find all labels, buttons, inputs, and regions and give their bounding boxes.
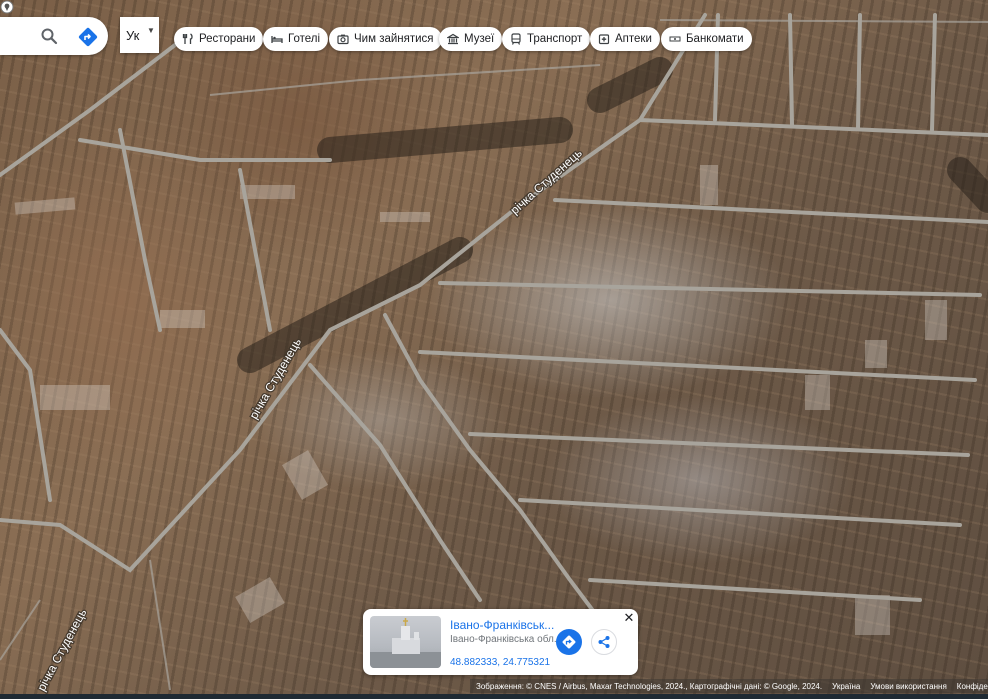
chip-label: Ресторани: [199, 33, 256, 45]
atm-icon: [669, 36, 681, 42]
search-box[interactable]: [0, 17, 108, 55]
museum-icon: [447, 33, 459, 45]
roads: [0, 13, 988, 622]
hotel-icon: [271, 36, 283, 43]
transit-icon: [511, 33, 521, 45]
language-value: Ук: [126, 28, 140, 43]
chip-transit[interactable]: Транспорт: [502, 27, 591, 51]
church-photo-icon: [370, 618, 441, 668]
language-select[interactable]: Ук ▼: [120, 17, 159, 53]
directions-button[interactable]: [556, 629, 582, 655]
chip-label: Музеї: [464, 33, 495, 45]
bottom-bar: [0, 694, 988, 699]
map-overlay: річка Студенець річка Студенець річка Ст…: [0, 13, 988, 695]
camera-icon: [337, 34, 349, 45]
chip-things-to-do[interactable]: Чим зайнятися: [329, 27, 442, 51]
place-subtitle: Івано-Франківська обл...: [450, 634, 558, 645]
place-title[interactable]: Івано-Франківськ...: [450, 618, 558, 632]
search-icon[interactable]: [40, 27, 58, 45]
location-pin-icon[interactable]: [0, 0, 14, 14]
chip-hotels[interactable]: Готелі: [263, 27, 329, 51]
close-button[interactable]: ✕: [622, 611, 636, 625]
privacy-link[interactable]: Конфіденційність: [957, 682, 988, 691]
chip-label: Аптеки: [615, 33, 652, 45]
chip-label: Транспорт: [527, 33, 583, 45]
directions-icon[interactable]: [78, 27, 98, 47]
country-link[interactable]: Україна: [832, 682, 860, 691]
place-photo[interactable]: [370, 616, 441, 668]
chip-restaurants[interactable]: Ресторани: [174, 27, 264, 51]
attribution-bar: Зображення: © CNES / Airbus, Maxar Techn…: [470, 679, 988, 693]
place-card[interactable]: Івано-Франківськ... Івано-Франківська об…: [363, 609, 638, 675]
share-icon: [598, 636, 610, 648]
share-button[interactable]: [591, 629, 617, 655]
directions-icon: [562, 635, 576, 649]
terms-link[interactable]: Умови використання: [870, 682, 946, 691]
road-label-1: річка Студенець: [508, 146, 585, 217]
chip-label: Банкомати: [686, 33, 744, 45]
chip-museums[interactable]: Музеї: [439, 27, 503, 51]
road-label-3: річка Студенець: [34, 606, 89, 693]
satellite-map[interactable]: річка Студенець річка Студенець річка Ст…: [0, 0, 988, 699]
imagery-credit: Зображення: © CNES / Airbus, Maxar Techn…: [476, 681, 823, 691]
pharmacy-icon: [598, 34, 610, 45]
chip-pharmacies[interactable]: Аптеки: [590, 27, 660, 51]
restaurant-icon: [182, 33, 193, 44]
place-coordinates[interactable]: 48.882333, 24.775321: [450, 657, 550, 668]
chevron-down-icon: ▼: [147, 26, 155, 35]
chip-label: Готелі: [288, 33, 321, 45]
chip-atms[interactable]: Банкомати: [661, 27, 752, 51]
chip-label: Чим зайнятися: [354, 33, 434, 45]
